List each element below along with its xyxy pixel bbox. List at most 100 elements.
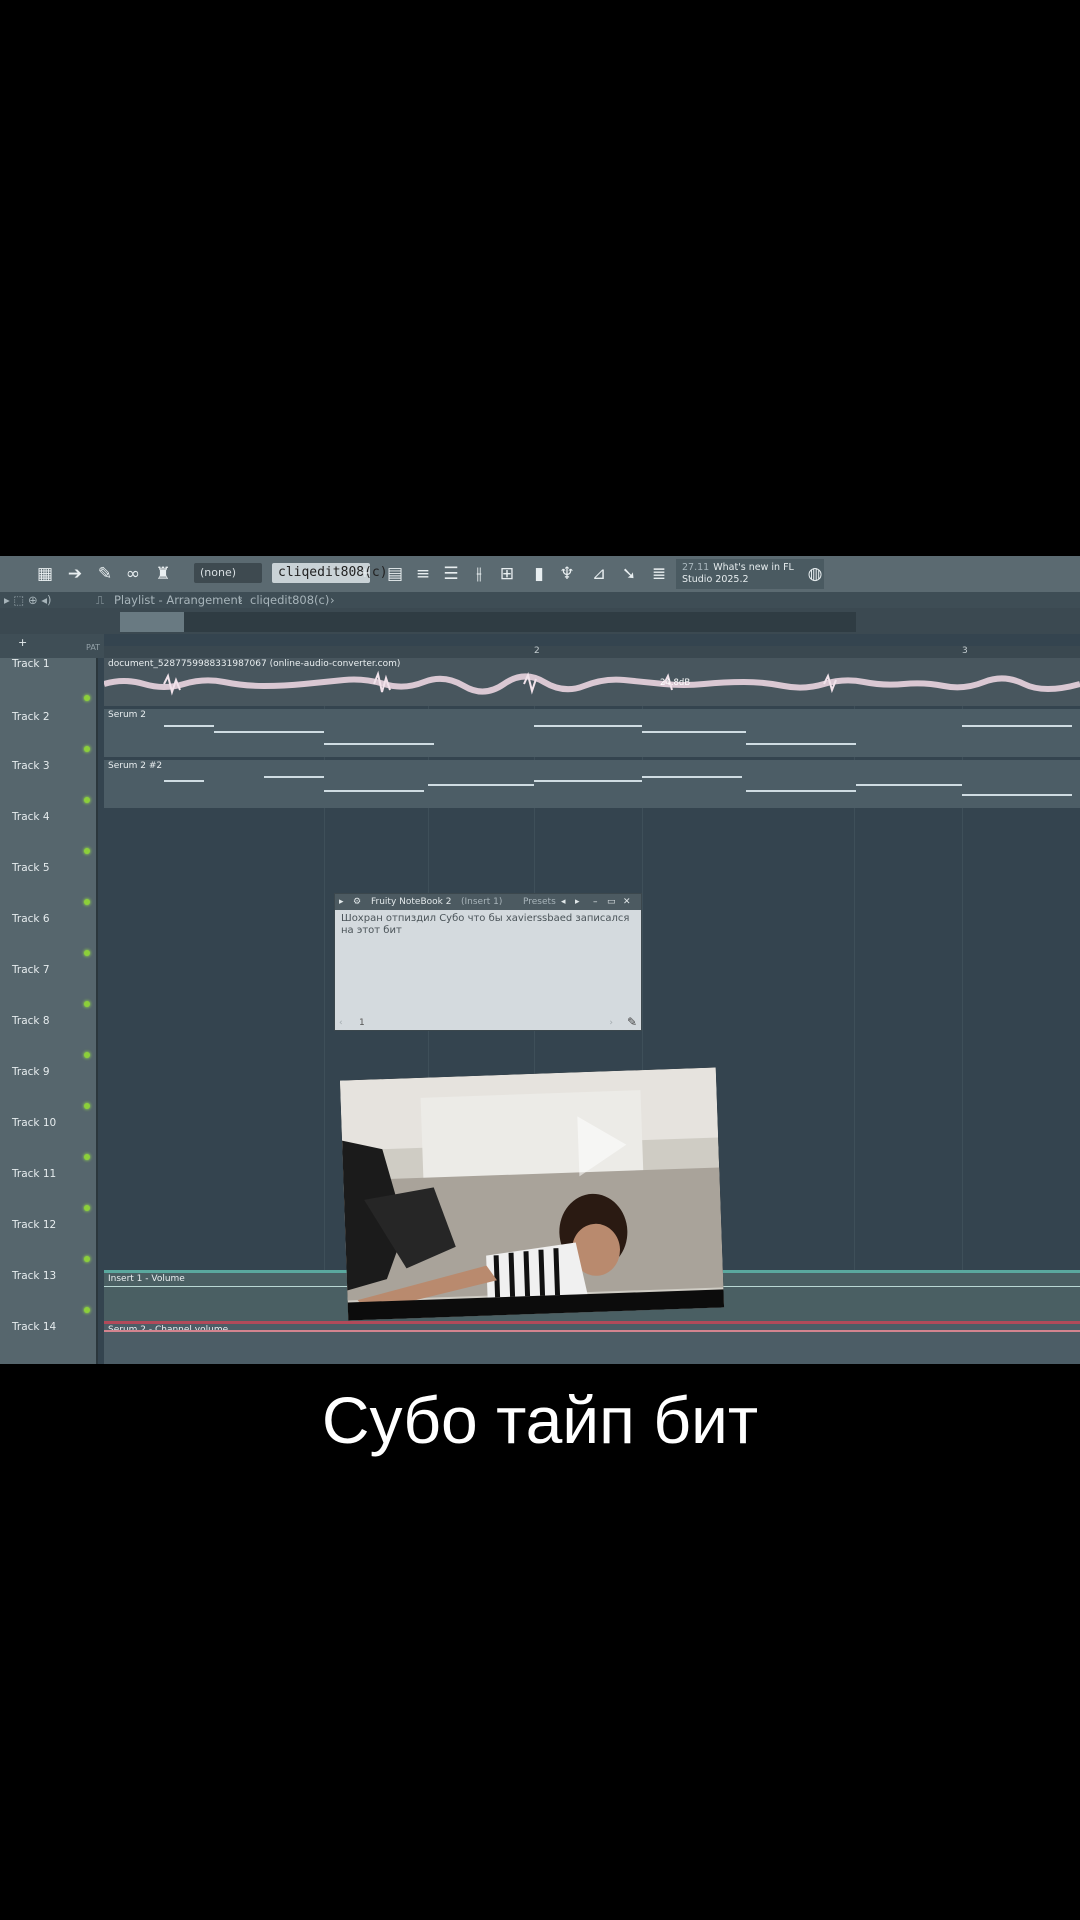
track-name: Track 7 <box>12 964 50 976</box>
video-overlay[interactable] <box>339 1067 725 1321</box>
track-header[interactable]: Track 11 <box>0 1168 96 1219</box>
note <box>324 790 424 792</box>
pattern-clip-serum-2[interactable]: Serum 2 #2 <box>104 760 1080 808</box>
track-mute-led[interactable] <box>84 950 90 956</box>
track-name: Track 1 <box>12 658 50 670</box>
timeline-ruler[interactable]: 2 3 <box>104 646 1080 658</box>
piano-keyboard-icon[interactable]: ▦ <box>34 563 56 585</box>
note <box>746 743 856 745</box>
track-mute-led[interactable] <box>84 848 90 854</box>
track-mute-led[interactable] <box>84 1256 90 1262</box>
arrow-right-icon[interactable]: ➔ <box>64 563 86 585</box>
add-track-button[interactable]: + <box>18 636 27 649</box>
notebook-titlebar[interactable]: ▸ ⚙ Fruity NoteBook 2 (Insert 1) Presets… <box>335 894 641 910</box>
plugin-icon[interactable]: ♆ <box>556 563 578 585</box>
presets-button[interactable]: Presets <box>523 894 556 910</box>
minimize-icon[interactable]: – <box>593 894 598 910</box>
track-mute-led[interactable] <box>84 1103 90 1109</box>
pattern-clip-label: Serum 2 #2 <box>108 761 163 771</box>
notebook-menu-arrow-icon[interactable]: ▸ <box>339 894 344 910</box>
note <box>534 780 642 782</box>
menu-icon[interactable]: ≣ <box>648 563 670 585</box>
track-header[interactable]: Track 9 <box>0 1066 96 1117</box>
track-header[interactable]: Track 10 <box>0 1117 96 1168</box>
notebook-text[interactable]: Шохран отпиздил Субо что бы xavierssbaed… <box>335 910 641 940</box>
track-mute-led[interactable] <box>84 746 90 752</box>
track-header[interactable]: Track 6 <box>0 913 96 964</box>
track-header[interactable]: Track 2 <box>0 709 96 760</box>
record-icon[interactable]: ➘ <box>618 563 640 585</box>
notebook-title-sub: (Insert 1) <box>461 897 503 907</box>
track-name: Track 2 <box>12 711 50 723</box>
track-mute-led[interactable] <box>84 899 90 905</box>
pencil-icon[interactable]: ✎ <box>627 1015 637 1029</box>
note <box>642 776 742 778</box>
tempo-icon[interactable]: ⊿ <box>588 563 610 585</box>
stamp-icon[interactable]: ♜ <box>152 563 174 585</box>
audio-waveform <box>104 670 1080 696</box>
track-header[interactable]: Track 7 <box>0 964 96 1015</box>
globe-icon[interactable]: ◍ <box>804 563 826 585</box>
playlist-header: ▸ ⬚ ⊕ ◂) ⎍ Playlist - Arrangement › cliq… <box>0 592 1080 608</box>
track-name: Track 14 <box>12 1321 57 1333</box>
piano-roll-icon[interactable]: ☰ <box>440 563 462 585</box>
page-prev-icon[interactable]: ‹ <box>339 1018 343 1028</box>
header-separator: › <box>238 593 243 607</box>
pattern-none-select[interactable]: (none) <box>194 563 262 583</box>
step-sequencer-icon[interactable]: ≡ <box>412 563 434 585</box>
track-name: Track 5 <box>12 862 50 874</box>
audio-clip[interactable]: document_5287759988331987067 (online-aud… <box>104 658 1080 706</box>
add-pattern-button[interactable]: + <box>358 563 372 585</box>
browser-icon[interactable]: ▮ <box>528 563 550 585</box>
overview-scroll-thumb[interactable] <box>120 612 184 632</box>
video-caption: Субо тайп бит <box>321 1383 759 1457</box>
ruler-mark: 2 <box>534 646 540 656</box>
maximize-icon[interactable]: ▭ <box>607 894 616 910</box>
fruity-notebook-window[interactable]: ▸ ⚙ Fruity NoteBook 2 (Insert 1) Presets… <box>334 893 642 1031</box>
note <box>962 794 1072 796</box>
track-mute-led[interactable] <box>84 1154 90 1160</box>
track-mute-led[interactable] <box>84 1205 90 1211</box>
track-name: Track 9 <box>12 1066 50 1078</box>
track-tools: + PAT <box>0 634 104 658</box>
mixer-icon[interactable]: ⫲ <box>468 563 490 585</box>
close-icon[interactable]: ✕ <box>623 894 631 910</box>
track-mute-led[interactable] <box>84 1307 90 1313</box>
automation-clip-serum-channel-volume[interactable]: Serum 2 - Channel volume <box>104 1321 1080 1364</box>
track-header[interactable]: Track 3 <box>0 760 96 811</box>
track-header[interactable]: Track 14 <box>0 1321 96 1364</box>
track-mute-led[interactable] <box>84 797 90 803</box>
pattern-clip-label: Serum 2 <box>108 710 147 720</box>
track-name: Track 6 <box>12 913 50 925</box>
overview-track <box>120 612 856 632</box>
track-header[interactable]: Track 5 <box>0 862 96 913</box>
note <box>428 784 534 786</box>
track-mute-led[interactable] <box>84 1001 90 1007</box>
pattern-clip-serum[interactable]: Serum 2 <box>104 709 1080 757</box>
playlist-overview[interactable] <box>0 608 1080 634</box>
preset-next-icon[interactable]: ▸ <box>575 894 580 910</box>
gear-icon[interactable]: ⚙ <box>353 894 361 910</box>
track-header[interactable]: Track 13 <box>0 1270 96 1321</box>
news-hint[interactable]: 27.11 What's new in FL Studio 2025.2 <box>676 559 824 589</box>
playlist-icon[interactable]: ▤ <box>384 563 406 585</box>
link-icon[interactable]: ∞ <box>122 563 144 585</box>
pattern-selector[interactable]: cliqedit808(c) <box>272 563 388 583</box>
track-name: Track 11 <box>12 1168 57 1180</box>
snap-icons[interactable]: ▸ ⬚ ⊕ ◂) <box>4 592 52 608</box>
header-arrow: › <box>330 593 335 607</box>
preset-prev-icon[interactable]: ◂ <box>561 894 566 910</box>
track-header[interactable]: Track 12 <box>0 1219 96 1270</box>
track-mute-led[interactable] <box>84 1052 90 1058</box>
track-mute-led[interactable] <box>84 695 90 701</box>
note <box>264 776 324 778</box>
channel-rack-icon[interactable]: ⊞ <box>496 563 518 585</box>
track-header[interactable]: Track 1 <box>0 658 96 709</box>
track-header[interactable]: Track 4 <box>0 811 96 862</box>
track-name: Track 12 <box>12 1219 57 1231</box>
playlist-title-icon: ⎍ <box>96 593 105 607</box>
brush-icon[interactable]: ✎ <box>94 563 116 585</box>
track-header[interactable]: Track 8 <box>0 1015 96 1066</box>
page-next-icon[interactable]: › <box>609 1018 613 1028</box>
playlist-title: Playlist - Arrangement <box>114 593 243 607</box>
